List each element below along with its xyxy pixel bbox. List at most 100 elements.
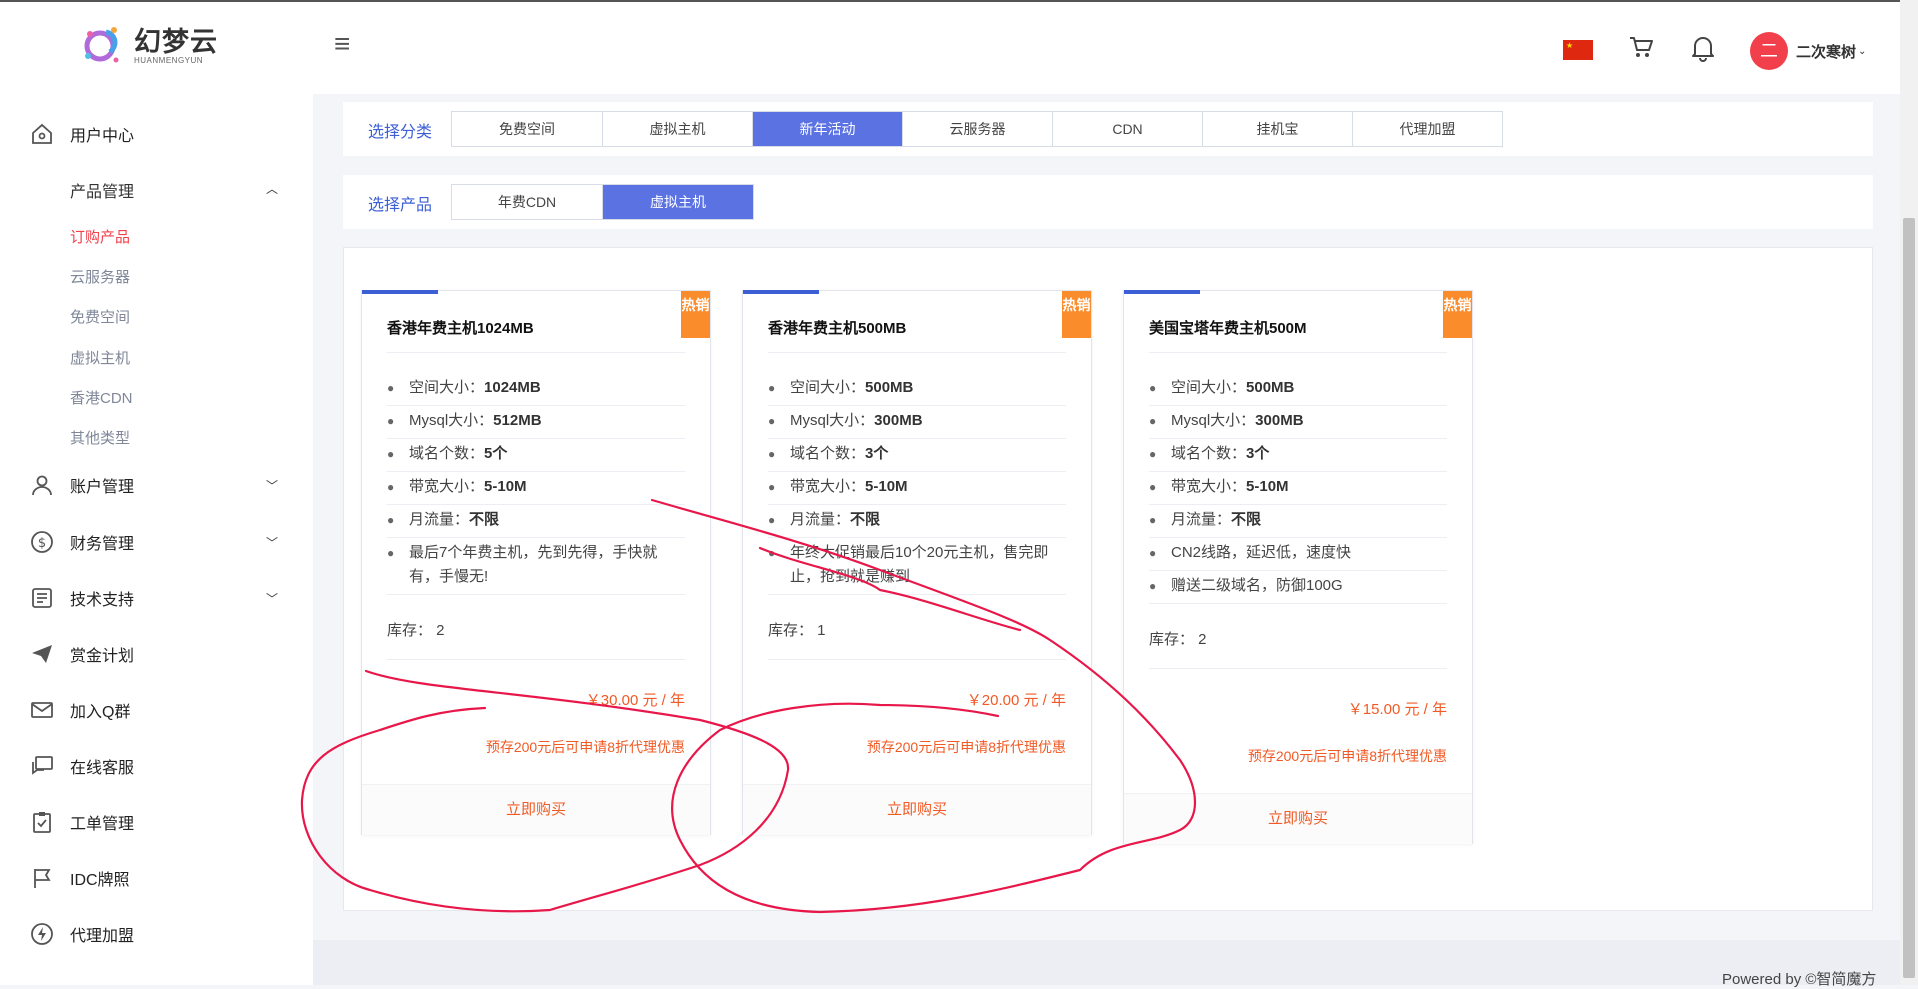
divider	[768, 537, 1066, 538]
product-title: 香港年费主机1024MB	[387, 320, 534, 337]
spec-item: ● 月流量：不限	[1149, 511, 1262, 528]
spec-item: ● 月流量：不限	[387, 511, 500, 528]
logo-icon	[84, 27, 119, 63]
spec-item: ● 最后7个年费主机，先到先得，手快就有，手慢无!	[387, 544, 658, 585]
category-option[interactable]: 挂机宝	[1203, 112, 1353, 146]
product-title: 美国宝塔年费主机500M	[1149, 320, 1307, 337]
promo-text: 预存200元后可申请8折代理优惠	[485, 739, 685, 755]
product-filter: 选择产品 年费CDN 虚拟主机	[343, 175, 1873, 229]
product-option-selected[interactable]: 虚拟主机	[603, 185, 753, 219]
divider	[1149, 504, 1447, 505]
sidebar-item-finance[interactable]: $ 财务管理	[30, 530, 134, 554]
scrollbar-thumb[interactable]	[1903, 218, 1915, 978]
footer	[313, 940, 1900, 985]
spec-item: ● 域名个数：3个	[768, 445, 889, 462]
price: ￥30.00 元 / 年	[585, 692, 685, 709]
chevron-down-icon[interactable]: ﹀	[266, 534, 278, 551]
powered-by: Powered by ©智简魔方	[1722, 971, 1877, 988]
divider	[387, 504, 685, 505]
category-option[interactable]: 免费空间	[452, 112, 603, 146]
top-header: 幻梦云 HUANMENGYUN ≡ 二 二次寒树 ⌄	[0, 0, 1900, 94]
bell-icon[interactable]	[1690, 34, 1716, 62]
sidebar-subitem-cloud-server[interactable]: 云服务器	[70, 266, 130, 287]
category-segmented-control: 免费空间 虚拟主机 新年活动 云服务器 CDN 挂机宝 代理加盟	[451, 111, 1503, 147]
cart-icon[interactable]	[1628, 34, 1654, 60]
product-option[interactable]: 年费CDN	[452, 185, 603, 219]
sidebar-item-label: 财务管理	[70, 536, 135, 553]
brand-logo[interactable]: 幻梦云 HUANMENGYUN	[80, 22, 218, 70]
divider	[1149, 438, 1447, 439]
chevron-down-icon: ⌄	[1858, 45, 1867, 57]
divider	[1149, 352, 1447, 353]
divider	[768, 471, 1066, 472]
category-option-selected[interactable]: 新年活动	[753, 112, 903, 146]
flag-icon	[34, 869, 51, 888]
card-accent-bar	[362, 290, 438, 294]
divider	[387, 405, 685, 406]
sidebar-item-qq-group[interactable]: 加入Q群	[30, 698, 130, 722]
category-option[interactable]: CDN	[1053, 112, 1203, 146]
buy-now-button[interactable]: 立即购买	[743, 784, 1091, 835]
chevron-down-icon[interactable]: ﹀	[266, 590, 278, 607]
home-icon	[32, 123, 52, 144]
sidebar-item-product-management[interactable]: 产品管理	[70, 178, 134, 202]
spec-item: ● Mysql大小：300MB	[768, 412, 923, 429]
product-card: 热销 美国宝塔年费主机500M ● 空间大小：500MB ● Mysql大小：300…	[1123, 290, 1473, 844]
hot-badge: 热销	[1443, 291, 1472, 338]
sidebar-item-label: 用户中心	[70, 128, 135, 145]
sidebar-item-label: 赏金计划	[70, 648, 135, 665]
sidebar-item-online-service[interactable]: 在线客服	[30, 754, 134, 778]
sidebar-item-tickets[interactable]: 工单管理	[30, 810, 134, 834]
sidebar-subitem-hk-cdn[interactable]: 香港CDN	[70, 387, 133, 408]
sidebar-item-label: 技术支持	[70, 592, 135, 609]
spec-item: ● 带宽大小：5-10M	[387, 478, 527, 495]
divider	[387, 659, 685, 660]
chevron-down-icon[interactable]: ﹀	[266, 477, 278, 494]
sidebar-item-label: 代理加盟	[70, 928, 135, 945]
divider	[1149, 570, 1447, 571]
category-option[interactable]: 代理加盟	[1353, 112, 1502, 146]
sidebar-subitem-virtual-host[interactable]: 虚拟主机	[70, 347, 130, 368]
user-menu[interactable]: 二 二次寒树 ⌄	[1750, 32, 1866, 70]
sidebar-subitem-free-space[interactable]: 免费空间	[70, 306, 130, 327]
china-flag-icon[interactable]	[1563, 40, 1593, 60]
menu-toggle-icon[interactable]: ≡	[334, 30, 350, 58]
sidebar-item-user-center[interactable]: 用户中心	[30, 122, 134, 146]
divider	[1149, 405, 1447, 406]
divider	[1149, 603, 1447, 604]
dollar-icon: $	[31, 531, 53, 553]
divider	[1149, 668, 1447, 669]
hot-badge: 热销	[681, 291, 710, 338]
buy-now-button[interactable]: 立即购买	[1124, 793, 1472, 844]
product-panel: 热销 香港年费主机1024MB ● 空间大小：1024MB ● Mysql大小：51…	[343, 247, 1873, 911]
sidebar-item-idc-license[interactable]: IDC牌照	[30, 866, 130, 890]
sidebar-item-label: IDC牌照	[70, 872, 130, 889]
category-option[interactable]: 云服务器	[903, 112, 1053, 146]
sidebar-item-label: 账户管理	[70, 479, 135, 496]
stock-count: 库存： 2	[387, 622, 445, 639]
product-segmented-control: 年费CDN 虚拟主机	[451, 184, 754, 220]
sidebar-item-label: 产品管理	[70, 184, 135, 201]
sidebar-item-account[interactable]: 账户管理	[30, 473, 134, 497]
spec-item: ● 赠送二级域名，防御100G	[1149, 577, 1343, 594]
divider	[1149, 471, 1447, 472]
sidebar-item-bounty[interactable]: 赏金计划	[30, 642, 134, 666]
divider	[768, 352, 1066, 353]
sidebar-item-tech-support[interactable]: 技术支持	[30, 586, 134, 610]
category-option[interactable]: 虚拟主机	[603, 112, 753, 146]
brand-name: 幻梦云	[134, 26, 218, 57]
avatar: 二	[1750, 32, 1788, 70]
sidebar: 用户中心 产品管理 ︿ 订购产品 云服务器 免费空间 虚拟主机 香港CDN 其他…	[0, 92, 313, 985]
divider	[768, 594, 1066, 595]
spec-item: ● 月流量：不限	[768, 511, 881, 528]
sidebar-subitem-other[interactable]: 其他类型	[70, 427, 130, 448]
divider	[768, 504, 1066, 505]
sidebar-item-agent[interactable]: 代理加盟	[30, 922, 134, 946]
buy-now-button[interactable]: 立即购买	[362, 784, 710, 835]
sidebar-subitem-order[interactable]: 订购产品	[70, 226, 130, 247]
chevron-up-icon[interactable]: ︿	[266, 180, 278, 197]
sidebar-item-label: 加入Q群	[70, 704, 131, 721]
divider	[387, 471, 685, 472]
spec-item: ● 带宽大小：5-10M	[768, 478, 908, 495]
product-title: 香港年费主机500MB	[768, 320, 907, 337]
